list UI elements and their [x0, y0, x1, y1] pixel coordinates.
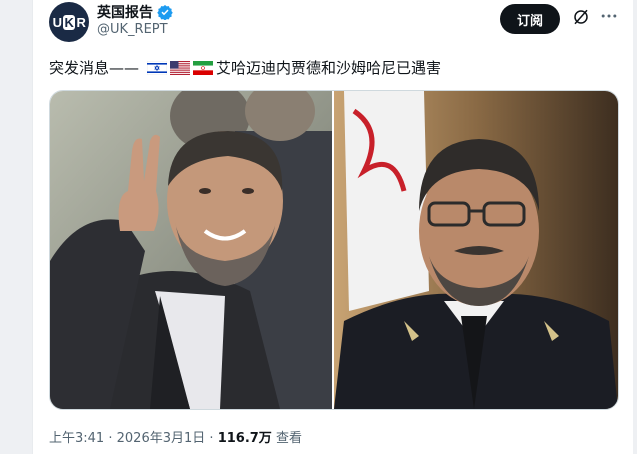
- photo-shamkhani[interactable]: [334, 91, 618, 409]
- media-grid[interactable]: [49, 90, 619, 410]
- view-count: 116.7万: [217, 431, 272, 446]
- iran-flag-icon: [193, 60, 214, 75]
- usa-flag-icon: [170, 60, 191, 75]
- tweet-time[interactable]: 上午3:41: [49, 431, 104, 446]
- grok-icon[interactable]: [572, 8, 590, 26]
- verified-badge-icon: [157, 5, 173, 20]
- avatar-letter-u: U: [52, 14, 62, 30]
- handle[interactable]: @UK_REPT: [97, 22, 168, 37]
- meta-separator: ·: [209, 431, 214, 446]
- tweet-card: UKR 英国报告 @UK_REPT 订阅 突发消息—— 艾哈迈迪内贾德和沙姆哈尼…: [32, 0, 633, 454]
- tweet-date[interactable]: 2026年3月1日: [117, 431, 206, 446]
- photo-shamkhani-image: [334, 91, 618, 409]
- author-name-row: 英国报告: [97, 2, 173, 22]
- more-icon[interactable]: [599, 6, 619, 26]
- tweet-text-prefix: 突发消息——: [49, 59, 140, 77]
- tweet-text-body: 艾哈迈迪内贾德和沙姆哈尼已遇害: [216, 59, 442, 77]
- subscribe-button[interactable]: 订阅: [500, 4, 560, 34]
- avatar[interactable]: UKR: [49, 2, 89, 42]
- photo-ahmadinejad[interactable]: [50, 91, 332, 409]
- israel-flag-icon: [147, 60, 168, 75]
- avatar-letter-r: R: [76, 14, 86, 30]
- view-label: 查看: [275, 431, 302, 446]
- avatar-letter-k: K: [62, 14, 76, 30]
- display-name[interactable]: 英国报告: [97, 2, 153, 22]
- tweet-meta: 上午3:41 · 2026年3月1日 · 116.7万 查看: [49, 427, 302, 446]
- meta-separator: ·: [108, 431, 113, 446]
- tweet-text: 突发消息—— 艾哈迈迪内贾德和沙姆哈尼已遇害: [49, 57, 441, 78]
- photo-ahmadinejad-image: [50, 91, 332, 409]
